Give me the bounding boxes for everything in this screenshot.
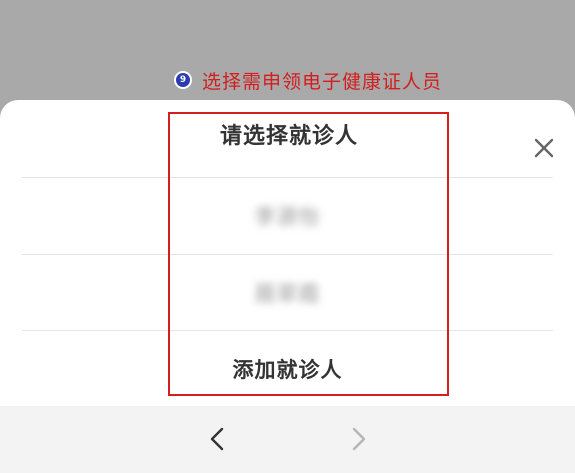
step-instruction-text: 选择需申领电子健康证人员	[202, 70, 443, 93]
screen: 9 选择需申领电子健康证人员 请选择就诊人 李源怡 聂翠霞 添加就诊人	[0, 0, 575, 473]
patient-option[interactable]: 聂翠霞	[0, 255, 575, 331]
close-icon[interactable]	[531, 135, 557, 161]
bottom-nav-bar	[0, 406, 575, 473]
add-patient-button[interactable]: 添加就诊人	[0, 331, 575, 407]
add-patient-label: 添加就诊人	[232, 358, 343, 382]
patient-name: 聂翠霞	[254, 282, 321, 306]
step-number-badge: 9	[176, 73, 190, 87]
patient-name: 李源怡	[254, 205, 321, 229]
patient-picker-sheet: 请选择就诊人 李源怡 聂翠霞 添加就诊人	[0, 100, 575, 473]
sheet-title: 请选择就诊人	[219, 124, 358, 149]
step-caption: 9 选择需申领电子健康证人员	[176, 66, 442, 94]
chevron-left-icon[interactable]	[204, 425, 232, 453]
patient-option[interactable]: 李源怡	[0, 178, 575, 254]
chevron-right-icon	[352, 427, 366, 451]
